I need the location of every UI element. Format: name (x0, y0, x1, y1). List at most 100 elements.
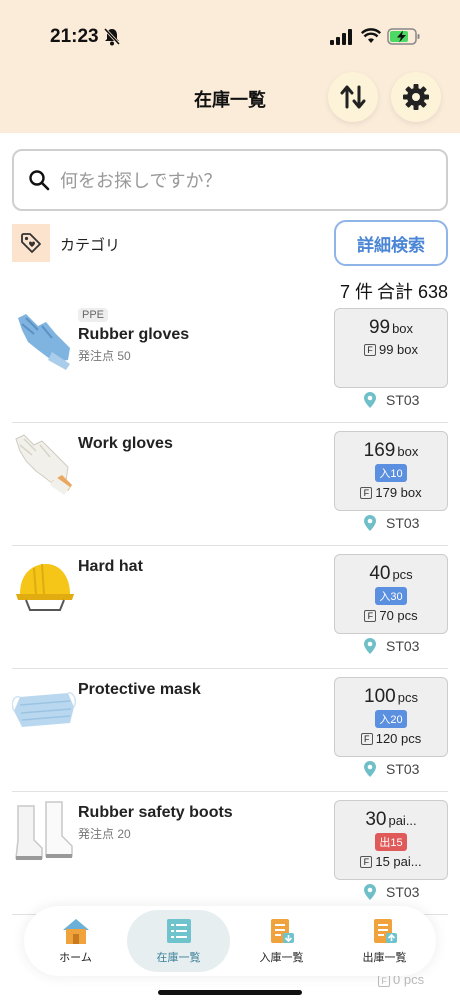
tab-home[interactable]: ホーム (24, 906, 127, 976)
advanced-search-button[interactable]: 詳細検索 (334, 220, 448, 266)
location-code: ST03 (386, 392, 420, 408)
status-time: 21:23 (50, 26, 99, 47)
forecast-value: 120 pcs (375, 731, 422, 746)
inventory-list: PPE Rubber gloves 発注点 50 99 box F 99 box S… (12, 300, 448, 915)
tab-inventory[interactable]: 在庫一覧 (127, 910, 230, 972)
search-placeholder: 何をお探しですか？ (60, 171, 222, 191)
location-pin-icon (364, 884, 376, 900)
list-item[interactable]: Hard hat 40 pcs 入30 F 70 pcs ST03 (12, 546, 448, 669)
work-gloves-image (15, 434, 72, 495)
forecast-value: 99 box (378, 342, 419, 357)
location-pin-icon (364, 392, 376, 408)
list-item[interactable]: Protective mask 100 pcs 入20 F 120 pcs ST03 (12, 669, 448, 792)
location-pin-icon (364, 761, 376, 777)
item-name: Protective mask (78, 681, 201, 698)
bell-muted-icon (104, 28, 120, 46)
tab-label: 入庫一覧 (259, 952, 304, 964)
list-item[interactable]: PPE Rubber gloves 発注点 50 99 box F 99 box S… (12, 300, 448, 423)
location-code: ST03 (386, 638, 420, 654)
item-name: Hard hat (78, 558, 143, 575)
qty-value: 100 (364, 686, 396, 707)
rubber-boots-image (15, 801, 73, 860)
incoming-badge: 入30 (375, 587, 407, 605)
home-icon (62, 919, 89, 944)
stock-box[interactable]: 30 pai... 出15 F 15 pai... (334, 800, 448, 880)
category-label[interactable]: カテゴリ (60, 234, 120, 255)
category-badge: PPE (78, 308, 109, 322)
location-code: ST03 (386, 761, 420, 777)
hard-hat-image (16, 563, 74, 611)
qty-unit: pcs (392, 567, 413, 582)
qty-value: 169 (363, 440, 396, 461)
location-code: ST03 (386, 515, 420, 531)
qty-value: 40 (369, 563, 391, 584)
bottom-tab-bar: ホーム 在庫一覧 入庫一覧 出庫一覧 (24, 906, 436, 976)
status-bar: 21:23 (0, 24, 460, 50)
qty-unit: pcs (397, 690, 418, 705)
battery-charging-icon (387, 28, 420, 45)
stock-box[interactable]: 40 pcs 入30 F 70 pcs (334, 554, 448, 634)
forecast-icon: F (360, 733, 373, 745)
item-name: Rubber safety boots (78, 804, 233, 821)
list-icon (166, 919, 191, 943)
forecast-value: 15 pai... (375, 854, 422, 869)
forecast: F 70 pcs (335, 608, 447, 623)
stock-qty: 40 pcs (335, 563, 447, 585)
stock-qty: 30 pai... (335, 809, 447, 831)
item-name: Work gloves (78, 435, 173, 452)
settings-button[interactable] (391, 72, 441, 122)
stock-qty: 169 box (335, 440, 447, 462)
forecast-icon: F (378, 975, 390, 987)
sort-arrows-icon (340, 85, 366, 109)
forecast: F 15 pai... (335, 854, 447, 869)
forecast: F 179 box (335, 485, 447, 500)
qty-value: 99 (368, 317, 391, 338)
outgoing-doc-icon (373, 919, 397, 943)
tab-incoming[interactable]: 入庫一覧 (230, 906, 333, 976)
forecast-icon: F (364, 610, 377, 622)
forecast-icon: F (363, 344, 376, 356)
location: ST03 (364, 761, 419, 777)
forecast-icon: F (360, 856, 373, 868)
location-pin-icon (364, 515, 376, 531)
forecast: F 120 pcs (335, 731, 447, 746)
stock-box[interactable]: 99 box F 99 box (334, 308, 448, 388)
forecast-icon: F (360, 487, 373, 499)
signal-icon (330, 29, 352, 45)
sort-button[interactable] (328, 72, 378, 122)
gear-icon (403, 84, 429, 110)
search-input[interactable]: 何をお探しですか？ (12, 149, 448, 211)
list-item[interactable]: Work gloves 169 box 入10 F 179 box ST03 (12, 423, 448, 546)
header-area: 21:23 在庫一覧 (0, 0, 460, 133)
tab-outgoing[interactable]: 出庫一覧 (333, 906, 436, 976)
result-count: 7 件 (339, 282, 373, 302)
location: ST03 (364, 638, 419, 654)
qty-unit: box (397, 444, 419, 459)
location: ST03 (364, 515, 419, 531)
incoming-badge: 入20 (375, 710, 407, 728)
stock-box[interactable]: 100 pcs 入20 F 120 pcs (334, 677, 448, 757)
outgoing-badge: 出15 (375, 833, 407, 851)
list-item[interactable]: Rubber safety boots 発注点 20 30 pai... 出15 … (12, 792, 448, 915)
forecast-value: 70 pcs (379, 608, 418, 623)
tab-label: 在庫一覧 (156, 952, 201, 964)
stock-qty: 100 pcs (335, 686, 447, 708)
search-icon (29, 170, 50, 191)
stock-box[interactable]: 169 box 入10 F 179 box (334, 431, 448, 511)
home-indicator (158, 990, 302, 995)
stock-qty: 99 box (335, 317, 447, 339)
qty-unit: box (392, 321, 414, 336)
forecast-value: 179 box (375, 485, 422, 500)
tag-icon (21, 233, 41, 253)
wifi-icon (361, 28, 381, 43)
qty-value: 30 (365, 809, 387, 830)
qty-unit: pai... (388, 813, 417, 828)
result-total: 合計 638 (376, 282, 448, 302)
tab-label: ホーム (59, 952, 92, 964)
location: ST03 (364, 884, 419, 900)
tab-label: 出庫一覧 (362, 952, 407, 964)
reorder-point: 発注点 20 (78, 827, 131, 841)
forecast: F 99 box (335, 342, 447, 357)
category-filter-button[interactable] (12, 224, 50, 262)
reorder-point: 発注点 50 (78, 349, 131, 363)
